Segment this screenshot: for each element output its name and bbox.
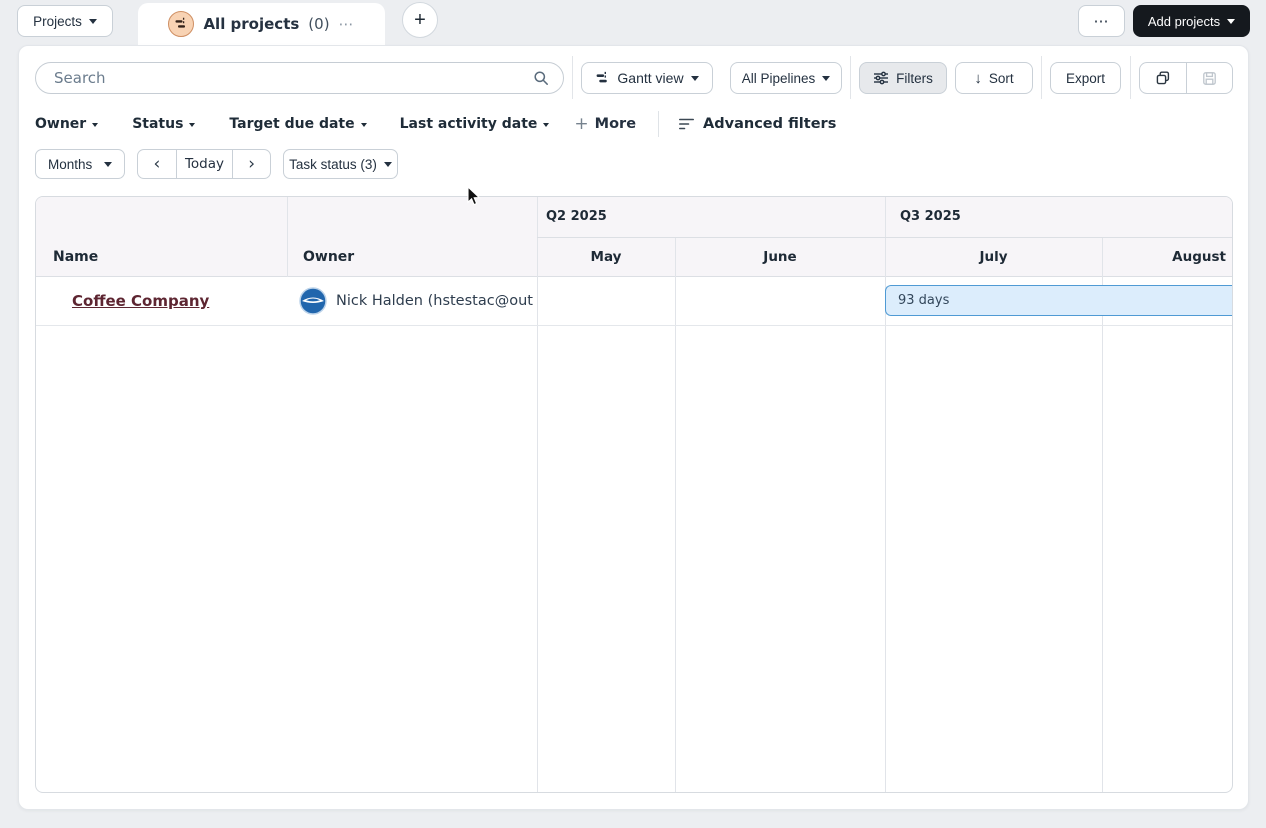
add-view-button[interactable]: +: [402, 2, 438, 38]
tab-label: All projects: [203, 15, 300, 33]
month-gridline: [1102, 237, 1103, 792]
more-filters-label: More: [594, 116, 637, 132]
owner-column-header: Owner: [303, 249, 355, 265]
clone-view-button[interactable]: [1140, 63, 1186, 93]
gantt-bar-coffee-company[interactable]: 93 days: [885, 285, 1232, 316]
timeline-zoom-label: Months: [48, 156, 93, 172]
plus-icon: +: [574, 114, 589, 134]
status-filter-label: Status: [132, 116, 184, 132]
divider: [1130, 56, 1131, 99]
search-icon: [533, 70, 549, 90]
month-header-july: July: [979, 249, 1008, 265]
chevron-down-icon: [360, 122, 367, 127]
projects-panel: Gantt view All Pipelines Filters ↓ Sort …: [18, 45, 1249, 810]
export-label: Export: [1065, 70, 1106, 86]
sort-button[interactable]: ↓ Sort: [955, 62, 1033, 94]
divider: [658, 111, 660, 137]
last-activity-date-filter-label: Last activity date: [399, 116, 538, 132]
month-gridline: [885, 237, 886, 792]
copy-icon: [1155, 70, 1171, 86]
tab-all-projects[interactable]: All projects (0) ⋯: [138, 3, 385, 45]
divider: [1041, 56, 1042, 99]
projects-gantt-page: { "topbar": { "projects_label": "Project…: [0, 0, 1266, 828]
project-owner-cell: Nick Halden (hstestac@outl...: [299, 277, 534, 325]
row-divider: [36, 325, 1232, 326]
view-selector-button[interactable]: Gantt view: [581, 62, 713, 94]
owner-avatar: [299, 287, 327, 315]
month-header-may: May: [590, 249, 622, 265]
view-actions-group: [1139, 62, 1233, 94]
search-input[interactable]: [35, 62, 564, 94]
projects-menu-label: Projects: [33, 13, 82, 29]
task-status-label: Task status (3): [289, 156, 377, 172]
add-projects-button[interactable]: Add projects: [1133, 5, 1250, 37]
name-column-header: Name: [53, 249, 99, 265]
project-link-coffee-company[interactable]: Coffee Company: [72, 277, 209, 325]
chevron-down-icon: [822, 76, 831, 81]
tab-count: (0): [308, 15, 330, 33]
chevron-left-icon: ‹: [153, 154, 161, 174]
chevron-down-icon: [1227, 19, 1236, 24]
quarter-header-q2: Q2 2025: [546, 209, 607, 224]
chevron-down-icon: [383, 162, 392, 167]
save-icon: [1202, 71, 1217, 86]
quick-filter-last-activity-date[interactable]: Last activity date: [400, 116, 550, 132]
column-divider: [287, 197, 288, 277]
target-due-date-filter-label: Target due date: [229, 116, 355, 132]
owner-filter-label: Owner: [35, 116, 87, 132]
quarter-header-q3: Q3 2025: [900, 209, 961, 224]
more-filters-button[interactable]: + More: [574, 114, 636, 134]
next-period-button[interactable]: ›: [233, 150, 270, 178]
gantt-chart: Name Owner Q2 2025 Q3 2025 May June July…: [35, 196, 1233, 793]
quick-filter-status[interactable]: Status: [132, 116, 196, 132]
add-projects-label: Add projects: [1147, 13, 1221, 29]
divider: [572, 56, 573, 99]
projects-menu-button[interactable]: Projects: [17, 5, 113, 37]
pipelines-filter-button[interactable]: All Pipelines: [730, 62, 842, 94]
month-gridline: [675, 237, 676, 792]
sort-label: Sort: [988, 70, 1014, 86]
more-options-button[interactable]: ⋯: [1078, 5, 1125, 37]
gantt-view-icon: [168, 11, 195, 37]
column-divider: [537, 197, 538, 792]
chevron-down-icon: [690, 76, 699, 81]
today-button[interactable]: Today: [175, 150, 234, 178]
chevron-down-icon: [104, 162, 112, 167]
chevron-down-icon: [92, 122, 99, 127]
chevron-down-icon: [189, 122, 196, 127]
month-header-june: June: [763, 249, 797, 265]
today-label: Today: [184, 156, 225, 172]
chevron-right-icon: ›: [248, 154, 256, 174]
quick-filter-owner[interactable]: Owner: [35, 116, 99, 132]
quarter-divider: [885, 197, 886, 237]
pipelines-label: All Pipelines: [741, 70, 816, 86]
quick-filters-row: Owner Status Target due date Last activi…: [35, 110, 836, 138]
ellipsis-icon: ⋯: [1093, 13, 1110, 30]
arrow-down-icon: ↓: [974, 69, 982, 87]
chevron-down-icon: [88, 19, 97, 24]
filters-button[interactable]: Filters: [859, 62, 947, 94]
filter-lines-icon: [679, 118, 695, 130]
timeline-zoom-select[interactable]: Months: [35, 149, 125, 179]
previous-period-button[interactable]: ‹: [138, 150, 176, 178]
sliders-icon: [873, 71, 889, 85]
export-button[interactable]: Export: [1050, 62, 1121, 94]
month-header-august: August: [1172, 249, 1226, 265]
owner-name: Nick Halden (hstestac@outl...: [336, 293, 534, 309]
tab-options-icon[interactable]: ⋯: [339, 15, 355, 33]
gantt-view-icon: [595, 71, 610, 86]
task-status-filter-button[interactable]: Task status (3): [283, 149, 398, 179]
chevron-down-icon: [543, 122, 550, 127]
advanced-filters-label: Advanced filters: [703, 116, 837, 132]
filters-label: Filters: [896, 70, 933, 86]
quick-filter-target-due-date[interactable]: Target due date: [229, 116, 367, 132]
divider: [850, 56, 851, 99]
timeline-nav-group: ‹ Today ›: [137, 149, 271, 179]
advanced-filters-button[interactable]: Advanced filters: [679, 116, 836, 132]
view-selector-label: Gantt view: [617, 70, 684, 86]
save-view-button[interactable]: [1185, 63, 1233, 93]
gantt-bar-label: 93 days: [898, 293, 950, 308]
plus-icon: +: [414, 8, 426, 31]
